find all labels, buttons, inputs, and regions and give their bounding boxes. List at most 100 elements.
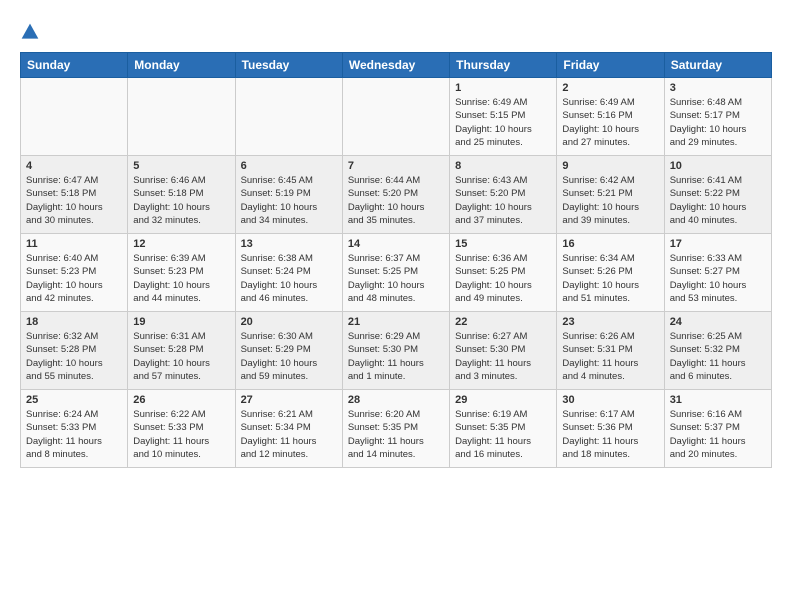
day-info: Sunrise: 6:21 AM Sunset: 5:34 PM Dayligh… [241, 408, 337, 461]
calendar-cell: 12Sunrise: 6:39 AM Sunset: 5:23 PM Dayli… [128, 234, 235, 312]
header-cell-wednesday: Wednesday [342, 53, 449, 78]
day-number: 31 [670, 394, 766, 406]
day-info: Sunrise: 6:34 AM Sunset: 5:26 PM Dayligh… [562, 252, 658, 305]
calendar-cell: 21 Sunrise: 6:29 AM Sunset: 5:30 PM Dayli… [342, 312, 449, 390]
day-info: Sunrise: 6:22 AM Sunset: 5:33 PM Dayligh… [133, 408, 229, 461]
day-number: 11 [26, 238, 122, 250]
day-number: 1 [455, 82, 551, 94]
calendar-cell: 29Sunrise: 6:19 AM Sunset: 5:35 PM Dayli… [450, 390, 557, 468]
day-number: 25 [26, 394, 122, 406]
page-header [20, 20, 772, 42]
day-number: 28 [348, 394, 444, 406]
day-number: 15 [455, 238, 551, 250]
header-cell-sunday: Sunday [21, 53, 128, 78]
calendar-cell: 20Sunrise: 6:30 AM Sunset: 5:29 PM Dayli… [235, 312, 342, 390]
calendar-week-row: 11 Sunrise: 6:40 AM Sunset: 5:23 PM Dayli… [21, 234, 772, 312]
day-info: Sunrise: 6:43 AM Sunset: 5:20 PM Dayligh… [455, 174, 551, 227]
day-number: 8 [455, 160, 551, 172]
calendar-cell: 18Sunrise: 6:32 AM Sunset: 5:28 PM Dayli… [21, 312, 128, 390]
day-number: 13 [241, 238, 337, 250]
calendar-week-row: 18Sunrise: 6:32 AM Sunset: 5:28 PM Dayli… [21, 312, 772, 390]
calendar-cell: 22 Sunrise: 6:27 AM Sunset: 5:30 PM Dayli… [450, 312, 557, 390]
calendar-cell: 25 Sunrise: 6:24 AM Sunset: 5:33 PM Dayli… [21, 390, 128, 468]
calendar-cell: 5 Sunrise: 6:46 AM Sunset: 5:18 PM Daylig… [128, 156, 235, 234]
calendar-cell: 9Sunrise: 6:42 AM Sunset: 5:21 PM Daylig… [557, 156, 664, 234]
calendar-cell [21, 78, 128, 156]
calendar-cell: 4 Sunrise: 6:47 AM Sunset: 5:18 PM Daylig… [21, 156, 128, 234]
calendar-cell: 30 Sunrise: 6:17 AM Sunset: 5:36 PM Dayli… [557, 390, 664, 468]
header-cell-monday: Monday [128, 53, 235, 78]
day-number: 18 [26, 316, 122, 328]
day-info: Sunrise: 6:38 AM Sunset: 5:24 PM Dayligh… [241, 252, 337, 305]
day-info: Sunrise: 6:31 AM Sunset: 5:28 PM Dayligh… [133, 330, 229, 383]
calendar-body: 1 Sunrise: 6:49 AM Sunset: 5:15 PM Daylig… [21, 78, 772, 468]
day-number: 14 [348, 238, 444, 250]
day-info: Sunrise: 6:29 AM Sunset: 5:30 PM Dayligh… [348, 330, 444, 383]
day-info: Sunrise: 6:17 AM Sunset: 5:36 PM Dayligh… [562, 408, 658, 461]
day-number: 30 [562, 394, 658, 406]
day-number: 19 [133, 316, 229, 328]
calendar-cell: 15Sunrise: 6:36 AM Sunset: 5:25 PM Dayli… [450, 234, 557, 312]
day-number: 7 [348, 160, 444, 172]
day-info: Sunrise: 6:26 AM Sunset: 5:31 PM Dayligh… [562, 330, 658, 383]
day-info: Sunrise: 6:24 AM Sunset: 5:33 PM Dayligh… [26, 408, 122, 461]
calendar-cell [128, 78, 235, 156]
header-cell-friday: Friday [557, 53, 664, 78]
day-number: 2 [562, 82, 658, 94]
day-info: Sunrise: 6:25 AM Sunset: 5:32 PM Dayligh… [670, 330, 766, 383]
day-number: 20 [241, 316, 337, 328]
day-info: Sunrise: 6:19 AM Sunset: 5:35 PM Dayligh… [455, 408, 551, 461]
calendar-cell: 27 Sunrise: 6:21 AM Sunset: 5:34 PM Dayli… [235, 390, 342, 468]
day-number: 22 [455, 316, 551, 328]
calendar-cell: 6 Sunrise: 6:45 AM Sunset: 5:19 PM Daylig… [235, 156, 342, 234]
calendar-cell [235, 78, 342, 156]
day-info: Sunrise: 6:44 AM Sunset: 5:20 PM Dayligh… [348, 174, 444, 227]
day-number: 17 [670, 238, 766, 250]
header-cell-saturday: Saturday [664, 53, 771, 78]
day-number: 3 [670, 82, 766, 94]
day-info: Sunrise: 6:46 AM Sunset: 5:18 PM Dayligh… [133, 174, 229, 227]
day-number: 16 [562, 238, 658, 250]
day-info: Sunrise: 6:16 AM Sunset: 5:37 PM Dayligh… [670, 408, 766, 461]
day-info: Sunrise: 6:33 AM Sunset: 5:27 PM Dayligh… [670, 252, 766, 305]
day-info: Sunrise: 6:48 AM Sunset: 5:17 PM Dayligh… [670, 96, 766, 149]
calendar-cell [342, 78, 449, 156]
day-info: Sunrise: 6:49 AM Sunset: 5:16 PM Dayligh… [562, 96, 658, 149]
calendar-cell: 17 Sunrise: 6:33 AM Sunset: 5:27 PM Dayli… [664, 234, 771, 312]
calendar-week-row: 25 Sunrise: 6:24 AM Sunset: 5:33 PM Dayli… [21, 390, 772, 468]
day-info: Sunrise: 6:41 AM Sunset: 5:22 PM Dayligh… [670, 174, 766, 227]
day-info: Sunrise: 6:45 AM Sunset: 5:19 PM Dayligh… [241, 174, 337, 227]
calendar-cell: 28Sunrise: 6:20 AM Sunset: 5:35 PM Dayli… [342, 390, 449, 468]
calendar-table: SundayMondayTuesdayWednesdayThursdayFrid… [20, 52, 772, 468]
day-number: 4 [26, 160, 122, 172]
logo [20, 20, 44, 42]
day-number: 27 [241, 394, 337, 406]
day-number: 26 [133, 394, 229, 406]
calendar-week-row: 1 Sunrise: 6:49 AM Sunset: 5:15 PM Daylig… [21, 78, 772, 156]
day-number: 10 [670, 160, 766, 172]
day-number: 6 [241, 160, 337, 172]
calendar-cell: 13 Sunrise: 6:38 AM Sunset: 5:24 PM Dayli… [235, 234, 342, 312]
calendar-cell: 31 Sunrise: 6:16 AM Sunset: 5:37 PM Dayli… [664, 390, 771, 468]
calendar-cell: 23 Sunrise: 6:26 AM Sunset: 5:31 PM Dayli… [557, 312, 664, 390]
day-number: 23 [562, 316, 658, 328]
logo-icon [20, 22, 40, 42]
calendar-cell: 14Sunrise: 6:37 AM Sunset: 5:25 PM Dayli… [342, 234, 449, 312]
day-info: Sunrise: 6:47 AM Sunset: 5:18 PM Dayligh… [26, 174, 122, 227]
day-number: 24 [670, 316, 766, 328]
calendar-cell: 3 Sunrise: 6:48 AM Sunset: 5:17 PM Daylig… [664, 78, 771, 156]
day-number: 5 [133, 160, 229, 172]
calendar-week-row: 4 Sunrise: 6:47 AM Sunset: 5:18 PM Daylig… [21, 156, 772, 234]
header-cell-tuesday: Tuesday [235, 53, 342, 78]
calendar-cell: 26 Sunrise: 6:22 AM Sunset: 5:33 PM Dayli… [128, 390, 235, 468]
calendar-cell: 8 Sunrise: 6:43 AM Sunset: 5:20 PM Daylig… [450, 156, 557, 234]
day-number: 9 [562, 160, 658, 172]
day-info: Sunrise: 6:49 AM Sunset: 5:15 PM Dayligh… [455, 96, 551, 149]
day-info: Sunrise: 6:40 AM Sunset: 5:23 PM Dayligh… [26, 252, 122, 305]
header-row: SundayMondayTuesdayWednesdayThursdayFrid… [21, 53, 772, 78]
calendar-header: SundayMondayTuesdayWednesdayThursdayFrid… [21, 53, 772, 78]
calendar-cell: 24 Sunrise: 6:25 AM Sunset: 5:32 PM Dayli… [664, 312, 771, 390]
day-info: Sunrise: 6:39 AM Sunset: 5:23 PM Dayligh… [133, 252, 229, 305]
day-number: 21 [348, 316, 444, 328]
day-info: Sunrise: 6:27 AM Sunset: 5:30 PM Dayligh… [455, 330, 551, 383]
